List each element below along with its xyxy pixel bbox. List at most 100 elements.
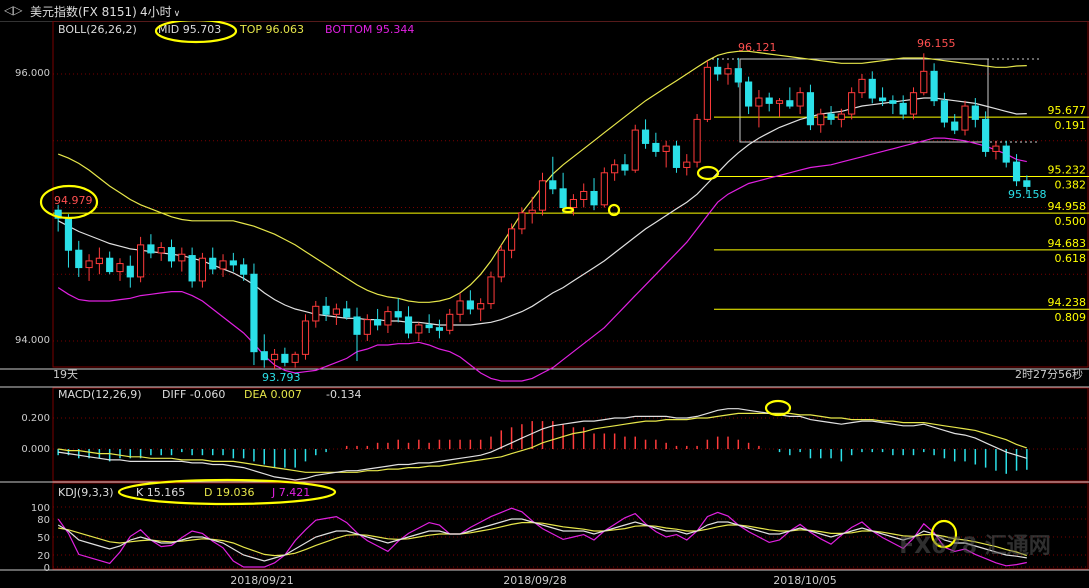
candle-body bbox=[384, 311, 392, 326]
candle-body bbox=[75, 249, 83, 269]
candle-body bbox=[755, 97, 763, 107]
candle-body bbox=[611, 164, 619, 174]
nav-arrows-icon[interactable]: ◁▷ bbox=[4, 3, 22, 17]
boll-label: BOLL(26,26,2) bbox=[58, 23, 137, 36]
candle-body bbox=[106, 257, 114, 273]
candle-body bbox=[569, 198, 578, 209]
kdj-j-label: J 7.421 bbox=[271, 486, 310, 499]
y-tick-94: 94.000 bbox=[15, 335, 50, 346]
candle-body bbox=[157, 247, 165, 254]
kdj-y-tick: 20 bbox=[37, 551, 50, 562]
kdj-d-label: D 19.036 bbox=[204, 486, 254, 499]
candle-body bbox=[1002, 145, 1010, 163]
candle-body bbox=[940, 100, 948, 123]
candle-body bbox=[497, 249, 505, 278]
candle-body bbox=[343, 308, 351, 318]
candle-body bbox=[435, 327, 444, 331]
fib-price-label: 94.238 bbox=[1048, 296, 1087, 309]
candle-body bbox=[126, 265, 134, 278]
ellipse-marker-1 bbox=[561, 206, 575, 214]
kdj-y-ticks: 10080 50 200 bbox=[31, 503, 50, 574]
macd-value-label: -0.134 bbox=[326, 388, 361, 401]
candle-body bbox=[982, 118, 990, 152]
annotation-high1: 96.121 bbox=[738, 41, 777, 54]
period-selector[interactable]: 4小时 ∨ bbox=[140, 3, 180, 20]
candle-body bbox=[703, 66, 711, 120]
candle-body bbox=[889, 100, 897, 104]
candle-body bbox=[147, 244, 155, 254]
bars-count-label: 19天 bbox=[53, 368, 78, 381]
candle-body bbox=[1012, 161, 1021, 182]
kdj-lines bbox=[57, 507, 1027, 568]
candle-body bbox=[693, 118, 701, 163]
candle-body bbox=[394, 311, 402, 318]
candle-body bbox=[178, 253, 186, 262]
candle-body bbox=[899, 102, 907, 115]
candle-body bbox=[992, 145, 1000, 152]
candle-body bbox=[466, 300, 474, 310]
candle-body bbox=[301, 320, 310, 355]
candle-body bbox=[549, 180, 557, 190]
candle-body bbox=[868, 78, 876, 99]
kdj-y-tick: 0 bbox=[44, 563, 50, 574]
candle-body bbox=[64, 217, 73, 251]
candle-body bbox=[724, 68, 732, 75]
kdj-labels: KDJ(9,3,3) K 15.165 D 19.036 J 7.421 100… bbox=[31, 486, 310, 574]
candle-body bbox=[229, 260, 237, 266]
instrument-title: 美元指数(FX 8151) bbox=[30, 5, 137, 19]
candle-body bbox=[116, 263, 124, 273]
fib-price-label: 94.958 bbox=[1048, 200, 1087, 213]
chart-area[interactable]: BOLL(26,26,2) MID 95.703 TOP 96.063 BOTT… bbox=[0, 21, 1089, 588]
candle-body bbox=[786, 100, 794, 107]
candle-body bbox=[590, 190, 598, 206]
candle-body bbox=[312, 305, 320, 322]
candle-body bbox=[683, 161, 691, 168]
x-label-0928: 2018/09/28 bbox=[503, 574, 566, 587]
candle-body bbox=[209, 257, 217, 270]
macd-dea-label: DEA 0.007 bbox=[244, 388, 302, 401]
candle-body bbox=[291, 353, 299, 363]
candle-body bbox=[714, 66, 722, 75]
boll-bottom-label: BOTTOM 95.344 bbox=[325, 23, 414, 36]
candle-body bbox=[281, 353, 289, 363]
fib-ratio-label: 0.500 bbox=[1055, 215, 1087, 228]
macd-diff-label: DIFF -0.060 bbox=[162, 388, 225, 401]
candle-body bbox=[95, 257, 103, 265]
kdj-k-label: K 15.165 bbox=[136, 486, 185, 499]
candle-body bbox=[456, 300, 464, 315]
candle-body bbox=[796, 92, 804, 107]
candle-body bbox=[425, 324, 433, 329]
candle-body bbox=[528, 209, 536, 214]
candle-body bbox=[961, 105, 969, 131]
candle-body bbox=[858, 78, 866, 94]
candle-body bbox=[734, 68, 742, 83]
fib-ratio-label: 0.809 bbox=[1055, 311, 1087, 324]
kdj-y-tick: 50 bbox=[37, 533, 50, 544]
candle-body bbox=[745, 81, 753, 107]
macd-y-tick-0: 0.200 bbox=[21, 413, 50, 424]
candle-body bbox=[909, 92, 918, 115]
candle-body bbox=[322, 305, 330, 315]
candle-body bbox=[848, 92, 856, 115]
ellipse-marker-3 bbox=[696, 165, 720, 181]
candle-body bbox=[507, 228, 516, 251]
candle-body bbox=[240, 264, 248, 275]
kdj-y-tick: 80 bbox=[37, 515, 50, 526]
x-label-1005: 2018/10/05 bbox=[773, 574, 836, 587]
candle-body bbox=[621, 164, 629, 171]
watermark-logo: FX678 汇通网 bbox=[899, 534, 1051, 559]
fib-price-label: 95.232 bbox=[1048, 164, 1087, 177]
kdj-d-line bbox=[58, 522, 1027, 557]
candle-body bbox=[600, 172, 608, 206]
candle-body bbox=[332, 308, 340, 315]
candle-body bbox=[971, 105, 979, 120]
fibonacci-labels: 95.677 0.191 95.232 0.382 94.958 0.500 94.683 0… bbox=[1048, 104, 1087, 324]
fib-ratio-label: 0.191 bbox=[1055, 119, 1087, 132]
candle-body bbox=[374, 319, 382, 326]
candle-body bbox=[817, 113, 825, 126]
macd-label: MACD(12,26,9) bbox=[58, 388, 142, 401]
fib-ratio-label: 0.618 bbox=[1055, 252, 1087, 265]
annotation-last: 95.158 bbox=[1008, 188, 1047, 201]
title-bar: ◁▷ 美元指数(FX 8151) 4小时 ∨ bbox=[0, 0, 1089, 22]
candle-body bbox=[631, 129, 639, 171]
